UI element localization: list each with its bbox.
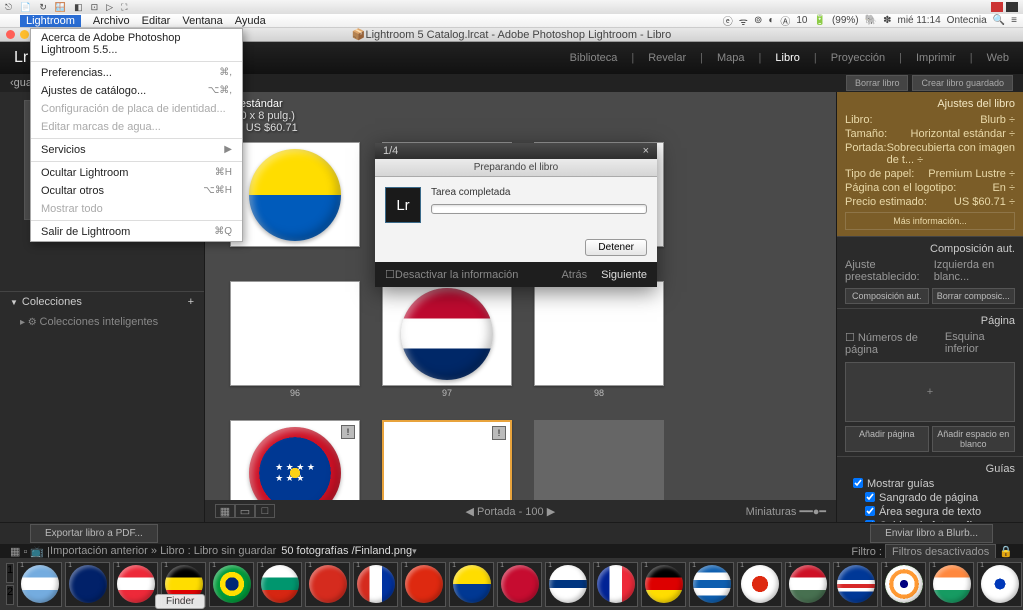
menu-item[interactable]: Acerca de Adobe Photoshop Lightroom 5.5.… [31, 29, 242, 59]
filmstrip-item[interactable]: 1 [353, 562, 398, 607]
close-icon[interactable] [6, 30, 15, 39]
page-template-preview[interactable]: + [845, 362, 1015, 422]
menubar-status: ⓔᯤ⊚◐ Ⓐ10🔋(99%) 🐘✽mié 11:14Ontecnia 🔍≡ [723, 13, 1017, 28]
filmstrip-item[interactable]: 1 [17, 562, 62, 607]
mac-menubar: Lightroom Archivo Editar Ventana Ayuda ⓔ… [0, 14, 1023, 28]
module-mapa[interactable]: Mapa [717, 52, 745, 64]
filmstrip-item[interactable]: 1 [545, 562, 590, 607]
lightroom-logo: Lr [14, 49, 28, 67]
page-thumbnail[interactable]: !100 [382, 420, 512, 500]
filmstrip-item[interactable]: 1 [833, 562, 878, 607]
filmstrip-item[interactable]: 1 [689, 562, 734, 607]
collections-header[interactable]: ▼Colecciones+ [0, 291, 204, 312]
filmstrip-item[interactable]: 1 [449, 562, 494, 607]
page-thumbnail[interactable]: 98 [534, 281, 664, 398]
page-thumbnail[interactable]: 96 [230, 281, 360, 398]
filmstrip-item[interactable]: 1 [113, 562, 158, 607]
filmstrip-item[interactable]: 1 [257, 562, 302, 607]
auto-layout-button[interactable]: Composición aut. [845, 288, 929, 304]
filmstrip-item[interactable]: 1 [977, 562, 1022, 607]
add-page-button[interactable]: Añadir página [845, 426, 929, 452]
page-thumbnail[interactable] [230, 142, 360, 259]
menu-item[interactable]: Ocultar Lightroom⌘H [31, 164, 242, 182]
smart-collections[interactable]: ▸ ⚙ Colecciones inteligentes [0, 312, 204, 332]
view-spread-icon[interactable]: ▭ [235, 504, 255, 518]
lightroom-icon: Lr [385, 187, 421, 223]
page-thumbnail[interactable]: ★ ★ ★ ★★ ★ ★!99 [230, 420, 360, 500]
menu-item[interactable]: Salir de Lightroom⌘Q [31, 223, 242, 241]
filmstrip-item[interactable]: 1 [929, 562, 974, 607]
show-guides-checkbox[interactable] [853, 478, 863, 488]
more-info-button[interactable]: Más información... [845, 212, 1015, 230]
progress-bar [431, 204, 647, 214]
filmstrip-item[interactable]: 1 [881, 562, 926, 607]
module-revelar[interactable]: Revelar [648, 52, 686, 64]
menu-item[interactable]: Preferencias...⌘, [31, 64, 242, 82]
view-multi-icon[interactable]: ▦ [215, 504, 235, 518]
module-proyección[interactable]: Proyección [831, 52, 885, 64]
create-saved-book-button[interactable]: Crear libro guardado [912, 75, 1013, 91]
filmstrip-item[interactable]: 1 [305, 562, 350, 607]
add-blank-button[interactable]: Añadir espacio en blanco [932, 426, 1016, 452]
menu-item[interactable]: Ajustes de catálogo...⌥⌘, [31, 82, 242, 100]
app-dropdown-menu: Acerca de Adobe Photoshop Lightroom 5.5.… [30, 28, 243, 242]
menu-item: Mostrar todo [31, 200, 242, 218]
menu-window[interactable]: Ventana [182, 15, 222, 27]
menu-item[interactable]: Ocultar otros⌥⌘H [31, 182, 242, 200]
view-single-icon[interactable]: □ [255, 504, 275, 518]
menu-help[interactable]: Ayuda [235, 15, 266, 27]
stop-button[interactable]: Detener [585, 239, 647, 256]
preparing-book-dialog: 1/4× Preparando el libro Lr Tarea comple… [375, 143, 657, 287]
secondary-display-toggle[interactable]: 12 [6, 563, 14, 605]
view-toolbar: ▦ ▭ □ ◀ Portada - 100 ▶ Miniaturas ━━●━ [205, 500, 836, 522]
menu-edit[interactable]: Editar [142, 15, 171, 27]
book-settings-panel: Ajustes del libro Libro:Blurb ÷Tamaño:Ho… [837, 92, 1023, 236]
module-libro[interactable]: Libro [775, 52, 799, 64]
menu-item: Configuración de placa de identidad... [31, 100, 242, 118]
filmstrip[interactable]: 12 111111111111111111111 [0, 558, 1023, 610]
export-bar: Exportar libro a PDF... Enviar libro a B… [0, 522, 1023, 544]
filmstrip-item[interactable]: 1 [401, 562, 446, 607]
vm-toolbar: ⎋📄↻🪟◧⊡▷⛶ [0, 0, 1023, 14]
menu-item[interactable]: Servicios▶ [31, 141, 242, 159]
send-blurb-button[interactable]: Enviar libro a Blurb... [870, 524, 993, 543]
next-button[interactable]: Siguiente [601, 269, 647, 281]
clear-book-button[interactable]: Borrar libro [846, 75, 909, 91]
page-thumbnail[interactable] [534, 420, 664, 500]
filmstrip-header: ▦ ▫ 📺 | Importación anterior » Libro : L… [0, 544, 1023, 558]
menu-item: Editar marcas de agua... [31, 118, 242, 136]
filmstrip-item[interactable]: 1 [497, 562, 542, 607]
filmstrip-item[interactable]: 1 [641, 562, 686, 607]
filmstrip-item[interactable]: 1 [65, 562, 110, 607]
dock-tooltip: Finder [155, 594, 205, 609]
app-menu[interactable]: Lightroom [20, 15, 81, 27]
menu-file[interactable]: Archivo [93, 15, 130, 27]
page-thumbnail[interactable]: 97 [382, 281, 512, 398]
spotlight-icon[interactable]: 🔍 [993, 15, 1005, 26]
module-biblioteca[interactable]: Biblioteca [570, 52, 618, 64]
right-panel: Ajustes del libro Libro:Blurb ÷Tamaño:Ho… [836, 92, 1023, 522]
filmstrip-item[interactable]: 1 [737, 562, 782, 607]
minimize-icon[interactable] [20, 30, 29, 39]
module-imprimir[interactable]: Imprimir [916, 52, 956, 64]
clear-layout-button[interactable]: Borrar composic... [932, 288, 1016, 304]
dialog-close-icon[interactable]: × [643, 145, 649, 157]
filmstrip-item[interactable]: 1 [593, 562, 638, 607]
export-pdf-button[interactable]: Exportar libro a PDF... [30, 524, 158, 543]
filmstrip-item[interactable]: 1 [209, 562, 254, 607]
filmstrip-item[interactable]: 1 [785, 562, 830, 607]
module-web[interactable]: Web [987, 52, 1009, 64]
